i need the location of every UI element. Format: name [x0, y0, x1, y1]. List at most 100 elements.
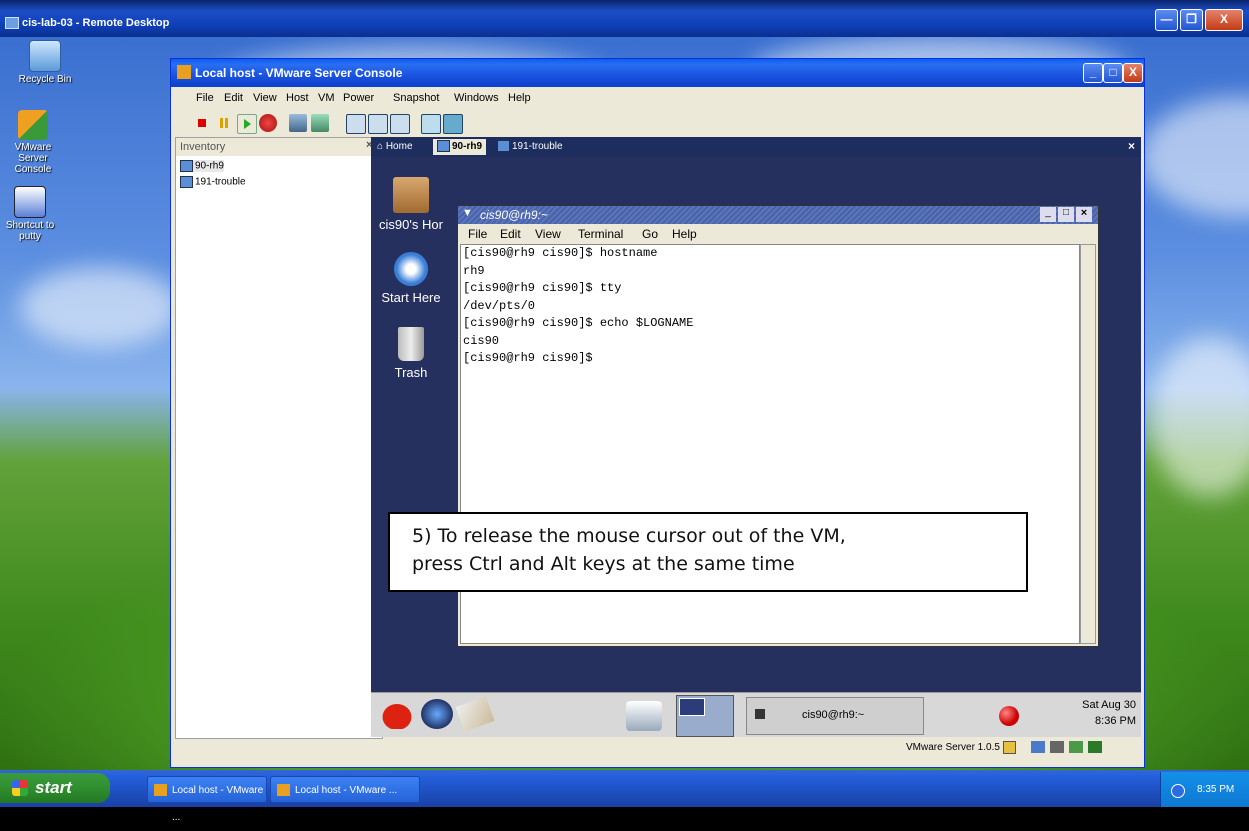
clock-time: 8:36 PM: [1095, 715, 1136, 727]
instruction-callout: 5) To release the mouse cursor out of th…: [388, 512, 1028, 592]
pause-icon[interactable]: [215, 114, 233, 132]
fullscreen-icon[interactable]: [346, 114, 366, 134]
inventory-item-label: 191-trouble: [195, 176, 246, 188]
vmware-title: Local host - VMware Server Console: [195, 66, 403, 80]
alert-icon[interactable]: [999, 706, 1019, 726]
terminal-line: [cis90@rh9 cis90]$ hostname: [463, 246, 658, 260]
vmware-titlebar: Local host - VMware Server Console _ □ X: [171, 59, 1144, 87]
terminal-menu-terminal[interactable]: Terminal: [578, 227, 623, 241]
vm-icon: [437, 140, 450, 153]
redhat-menu-icon[interactable]: [377, 699, 417, 729]
reset-icon[interactable]: [259, 114, 277, 132]
stop-icon[interactable]: [193, 114, 211, 132]
menu-edit[interactable]: Edit: [224, 92, 243, 104]
taskbar-item-label: Local host - VMware ...: [295, 785, 398, 796]
restore-button[interactable]: ❐: [1180, 9, 1203, 31]
terminal-menu-help[interactable]: Help: [672, 227, 697, 241]
menu-snapshot[interactable]: Snapshot: [393, 92, 439, 104]
workspace-switcher[interactable]: [676, 695, 734, 737]
inventory-item-label: 90-rh9: [195, 160, 224, 172]
taskbar-item-vmware-2[interactable]: Local host - VMware ...: [270, 776, 420, 803]
terminal-line: [cis90@rh9 cis90]$: [463, 351, 593, 365]
tray-icon[interactable]: [1171, 784, 1185, 798]
terminal-line: [cis90@rh9 cis90]$ echo $LOGNAME: [463, 316, 694, 330]
revert-icon[interactable]: [311, 114, 329, 132]
vmware-close-button[interactable]: X: [1123, 63, 1143, 83]
lock-icon: [1003, 741, 1016, 754]
putty-shortcut-label: Shortcut to putty: [5, 220, 55, 242]
vmware-icon: [154, 784, 167, 796]
inventory-panel: Inventory × 90-rh9 191-trouble: [175, 137, 383, 739]
terminal-icon: [755, 709, 765, 719]
close-button[interactable]: X: [1205, 9, 1243, 31]
vmware-console-icon[interactable]: VMware Server Console: [8, 110, 58, 175]
tab-191-trouble-label: 191-trouble: [512, 141, 563, 152]
tray-clock[interactable]: 8:35 PM: [1197, 784, 1234, 795]
menu-host[interactable]: Host: [286, 92, 309, 104]
terminal-menu-view[interactable]: View: [535, 227, 561, 241]
menu-power[interactable]: Power: [343, 92, 374, 104]
terminal-minimize-button[interactable]: _: [1040, 207, 1056, 222]
remote-desktop-icon: [5, 17, 19, 29]
recycle-bin-icon[interactable]: Recycle Bin: [10, 40, 80, 85]
vmware-minimize-button[interactable]: _: [1083, 63, 1103, 83]
vmware-console-label: VMware Server Console: [14, 142, 52, 175]
start-button[interactable]: start: [0, 773, 110, 803]
terminal-title: cis90@rh9:~: [480, 208, 548, 222]
browser-icon[interactable]: [421, 699, 453, 729]
console-icon[interactable]: [421, 114, 441, 134]
start-here-label: Start Here: [381, 290, 441, 305]
taskbar-terminal-button[interactable]: cis90@rh9:~: [746, 697, 924, 735]
tab-90-rh9[interactable]: 90-rh9: [433, 139, 487, 155]
appliance-icon[interactable]: [443, 114, 463, 134]
vmware-icon: [277, 784, 290, 796]
terminal-menubar: File Edit View Terminal Go Help: [458, 224, 1098, 244]
start-here-icon[interactable]: Start Here: [371, 252, 451, 305]
terminal-maximize-button[interactable]: □: [1058, 207, 1074, 222]
start-label: start: [35, 778, 72, 797]
terminal-menu-go[interactable]: Go: [642, 227, 658, 241]
menu-view[interactable]: View: [253, 92, 277, 104]
window-menu-icon[interactable]: ▼: [462, 207, 473, 219]
quickswitch-icon[interactable]: [368, 114, 388, 134]
tab-191-trouble[interactable]: 191-trouble: [493, 139, 567, 155]
inventory-item-191-trouble[interactable]: 191-trouble: [180, 176, 246, 188]
terminal-line: [cis90@rh9 cis90]$ tty: [463, 281, 622, 295]
terminal-menu-edit[interactable]: Edit: [500, 227, 521, 241]
tabs-close-button[interactable]: ×: [1128, 139, 1135, 153]
inventory-item-90-rh9[interactable]: 90-rh9: [180, 160, 224, 172]
guest-screen[interactable]: cis90's Hor Start Here Trash ▼ cis90@rh9…: [371, 157, 1141, 737]
vm-icon: [497, 140, 510, 153]
menu-help[interactable]: Help: [508, 92, 531, 104]
terminal-line: rh9: [463, 263, 485, 278]
summary-icon[interactable]: [390, 114, 410, 134]
terminal-titlebar: ▼ cis90@rh9:~ _ □ ×: [458, 206, 1098, 224]
menu-file[interactable]: File: [196, 92, 214, 104]
floppy-icon: [1050, 741, 1064, 753]
snapshot-icon[interactable]: [289, 114, 307, 132]
panel-clock[interactable]: Sat Aug 30 8:36 PM: [1061, 697, 1136, 729]
vmware-maximize-button[interactable]: □: [1103, 63, 1123, 83]
office-icon[interactable]: [455, 696, 495, 732]
menu-windows[interactable]: Windows: [454, 92, 499, 104]
tab-home[interactable]: ⌂ Home: [373, 139, 417, 155]
terminal-close-button[interactable]: ×: [1076, 207, 1092, 222]
terminal-line: cis90: [463, 333, 500, 348]
minimize-button[interactable]: —: [1155, 9, 1178, 31]
play-icon[interactable]: [237, 114, 257, 134]
windows-logo-icon: [12, 780, 28, 796]
home-folder-icon[interactable]: cis90's Hor: [371, 177, 451, 232]
remote-desktop-title: cis-lab-03 - Remote Desktop: [22, 17, 170, 29]
trash-icon[interactable]: Trash: [371, 327, 451, 380]
clock-date: Sat Aug 30: [1082, 699, 1136, 711]
vmware-console-window: Local host - VMware Server Console _ □ X…: [170, 58, 1145, 768]
remote-desktop-titlebar: cis-lab-03 - Remote Desktop — ❐ X: [0, 0, 1249, 37]
taskbar-item-vmware-1[interactable]: Local host - VMware ...: [147, 776, 267, 823]
menu-vm[interactable]: VM: [318, 92, 335, 104]
putty-shortcut-icon[interactable]: Shortcut to putty: [5, 186, 55, 242]
vm-icon: [180, 160, 193, 172]
terminal-menu-file[interactable]: File: [468, 227, 487, 241]
terminal-scrollbar[interactable]: [1080, 244, 1096, 644]
printer-icon[interactable]: [626, 701, 662, 731]
home-folder-label: cis90's Hor: [379, 217, 443, 232]
